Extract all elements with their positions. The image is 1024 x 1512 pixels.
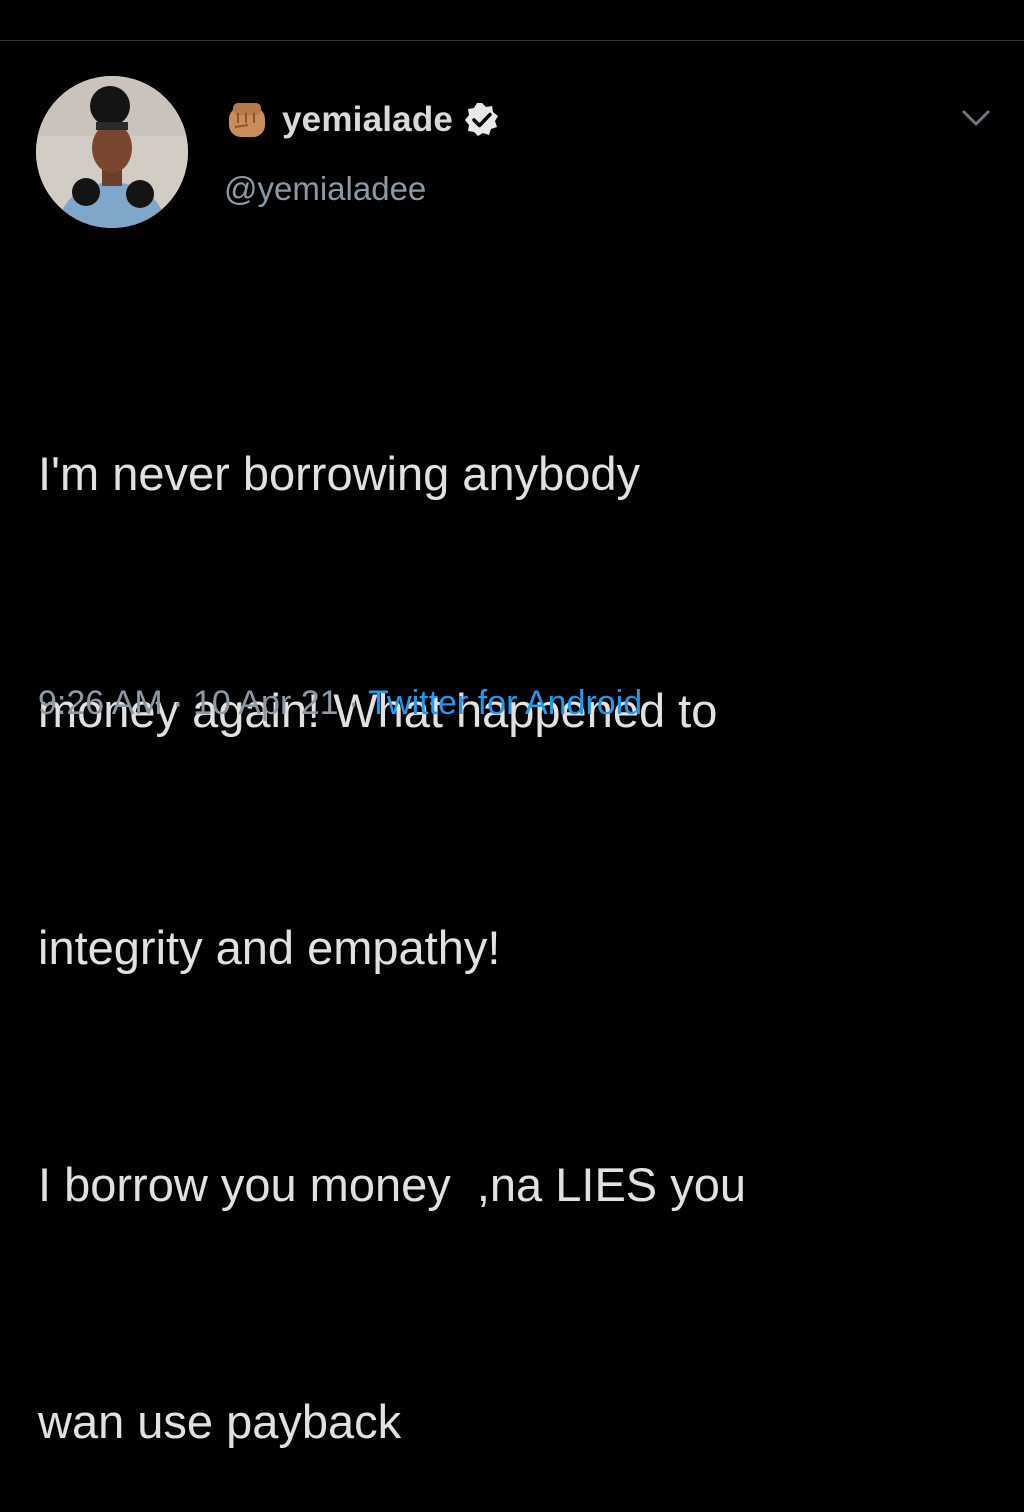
meta-separator: · bbox=[338, 684, 369, 722]
tweet-line: I'm never borrowing anybody bbox=[38, 447, 641, 500]
tweet-meta: 9:26 AM · 10 Apr 21 · Twitter for Androi… bbox=[38, 684, 642, 723]
tweet-text: I'm never borrowing anybody money again!… bbox=[38, 276, 1008, 1512]
tweet-source-link[interactable]: Twitter for Android bbox=[368, 684, 642, 722]
verified-badge-icon bbox=[465, 103, 499, 136]
avatar[interactable] bbox=[36, 76, 188, 228]
chevron-down-icon[interactable] bbox=[956, 104, 996, 132]
tweet-line: integrity and empathy! bbox=[38, 921, 501, 974]
tweet-line: wan use payback bbox=[38, 1395, 402, 1448]
author-name-row[interactable]: yemialade bbox=[224, 94, 501, 146]
fist-emoji-icon bbox=[229, 103, 265, 137]
top-divider bbox=[0, 40, 1024, 41]
tweet-date[interactable]: 10 Apr 21 bbox=[193, 684, 339, 722]
author-handle[interactable]: @yemialadee bbox=[224, 170, 426, 208]
tweet-time[interactable]: 9:26 AM bbox=[38, 684, 163, 722]
tweet-line: I borrow you money ,na LIES you bbox=[38, 1158, 746, 1211]
display-name[interactable]: yemialade bbox=[282, 100, 453, 140]
meta-separator: · bbox=[162, 684, 193, 722]
